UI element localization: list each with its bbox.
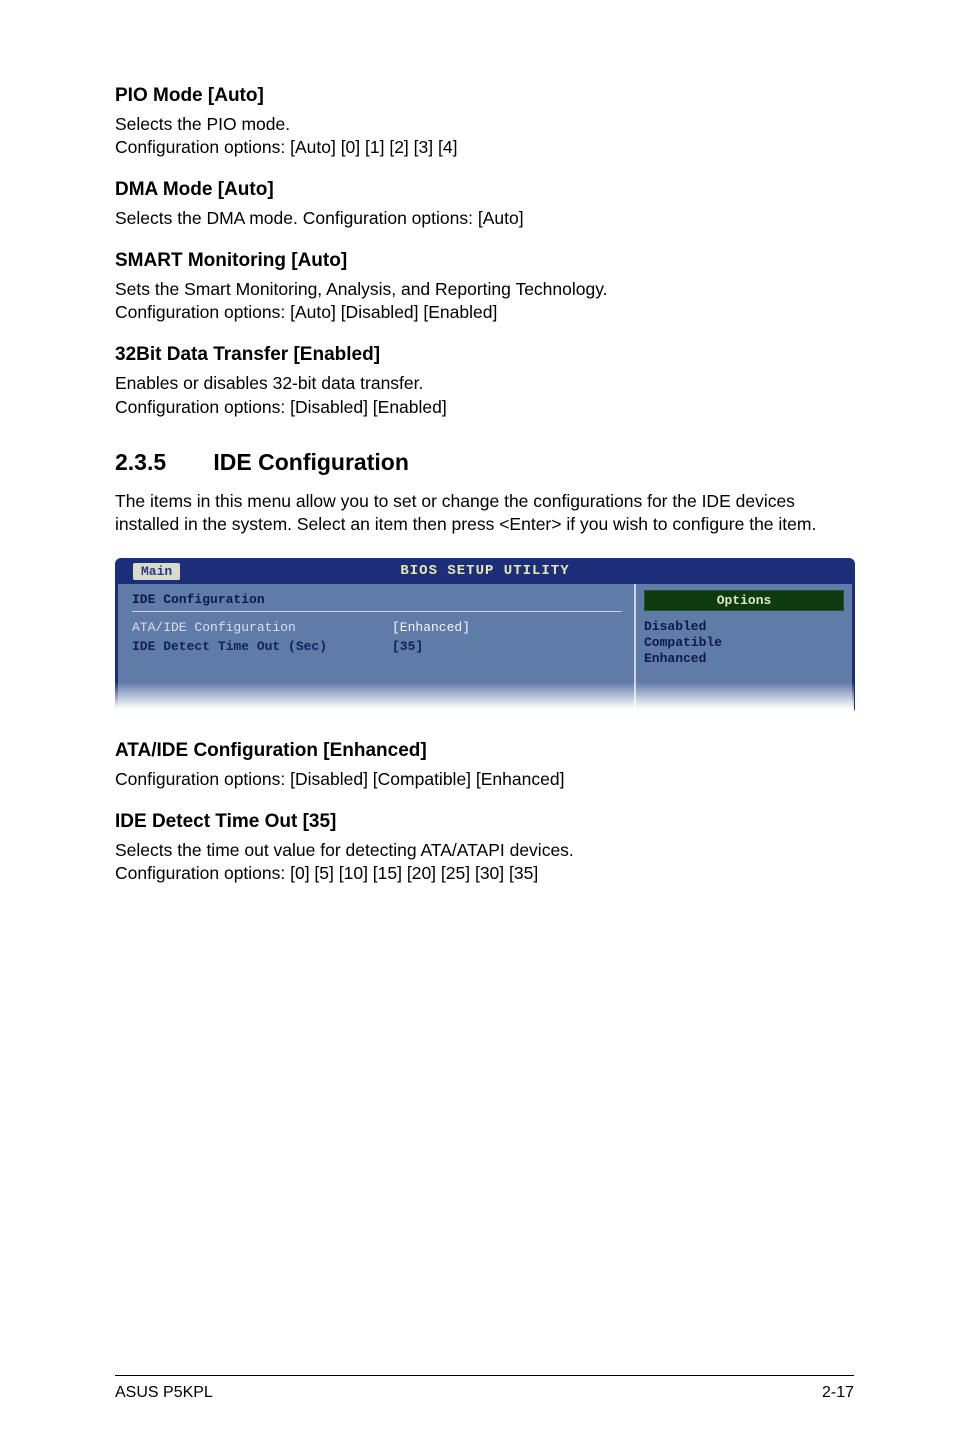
bios-right-panel: Options Disabled Compatible Enhanced bbox=[634, 584, 852, 707]
bios-options-title: Options bbox=[644, 590, 844, 611]
footer-divider bbox=[115, 1375, 854, 1376]
bios-row-ide-detect[interactable]: IDE Detect Time Out (Sec) [35] bbox=[132, 639, 622, 654]
bios-option-enhanced[interactable]: Enhanced bbox=[644, 651, 844, 667]
text-pio-line1: Selects the PIO mode. bbox=[115, 114, 290, 134]
text-ide-config-desc: The items in this menu allow you to set … bbox=[115, 490, 854, 536]
text-dma-mode: Selects the DMA mode. Configuration opti… bbox=[115, 207, 854, 230]
text-idetime-line2: Configuration options: [0] [5] [10] [15]… bbox=[115, 863, 538, 883]
bios-screenshot: BIOS SETUP UTILITY Main IDE Configuratio… bbox=[115, 558, 854, 710]
bios-row-value: [35] bbox=[392, 639, 423, 654]
bios-options-list: Disabled Compatible Enhanced bbox=[644, 619, 844, 668]
footer: ASUS P5KPL 2-17 bbox=[115, 1384, 854, 1402]
heading-title: IDE Configuration bbox=[213, 449, 408, 475]
bios-option-disabled[interactable]: Disabled bbox=[644, 619, 844, 635]
heading-ataide: ATA/IDE Configuration [Enhanced] bbox=[115, 740, 854, 762]
text-32bit-line2: Configuration options: [Disabled] [Enabl… bbox=[115, 397, 447, 417]
text-smart: Sets the Smart Monitoring, Analysis, and… bbox=[115, 278, 854, 324]
bios-title-bar: BIOS SETUP UTILITY Main bbox=[115, 558, 855, 584]
text-idetime: Selects the time out value for detecting… bbox=[115, 839, 854, 885]
text-pio-mode: Selects the PIO mode. Configuration opti… bbox=[115, 113, 854, 159]
bios-row-ata-ide[interactable]: ATA/IDE Configuration [Enhanced] bbox=[132, 620, 622, 635]
heading-dma-mode: DMA Mode [Auto] bbox=[115, 179, 854, 201]
text-ataide: Configuration options: [Disabled] [Compa… bbox=[115, 768, 854, 791]
text-32bit: Enables or disables 32-bit data transfer… bbox=[115, 372, 854, 418]
footer-page-number: 2-17 bbox=[822, 1384, 854, 1402]
heading-32bit: 32Bit Data Transfer [Enabled] bbox=[115, 344, 854, 366]
bios-title: BIOS SETUP UTILITY bbox=[115, 558, 855, 584]
heading-pio-mode: PIO Mode [Auto] bbox=[115, 85, 854, 107]
heading-smart: SMART Monitoring [Auto] bbox=[115, 250, 854, 272]
bios-divider bbox=[132, 611, 622, 612]
text-idetime-line1: Selects the time out value for detecting… bbox=[115, 840, 574, 860]
heading-ide-configuration: 2.3.5 IDE Configuration bbox=[115, 449, 854, 476]
bios-row-label: ATA/IDE Configuration bbox=[132, 620, 392, 635]
bios-left-header: IDE Configuration bbox=[132, 592, 622, 607]
text-smart-line1: Sets the Smart Monitoring, Analysis, and… bbox=[115, 279, 608, 299]
heading-idetime: IDE Detect Time Out [35] bbox=[115, 811, 854, 833]
text-smart-line2: Configuration options: [Auto] [Disabled]… bbox=[115, 302, 497, 322]
heading-number: 2.3.5 bbox=[115, 449, 207, 476]
bios-tab-main[interactable]: Main bbox=[133, 563, 180, 580]
bios-row-value: [Enhanced] bbox=[392, 620, 470, 635]
bios-left-panel: IDE Configuration ATA/IDE Configuration … bbox=[118, 584, 634, 707]
bios-row-label: IDE Detect Time Out (Sec) bbox=[132, 639, 392, 654]
footer-product: ASUS P5KPL bbox=[115, 1384, 213, 1402]
text-32bit-line1: Enables or disables 32-bit data transfer… bbox=[115, 373, 423, 393]
text-pio-line2: Configuration options: [Auto] [0] [1] [2… bbox=[115, 137, 457, 157]
bios-option-compatible[interactable]: Compatible bbox=[644, 635, 844, 651]
